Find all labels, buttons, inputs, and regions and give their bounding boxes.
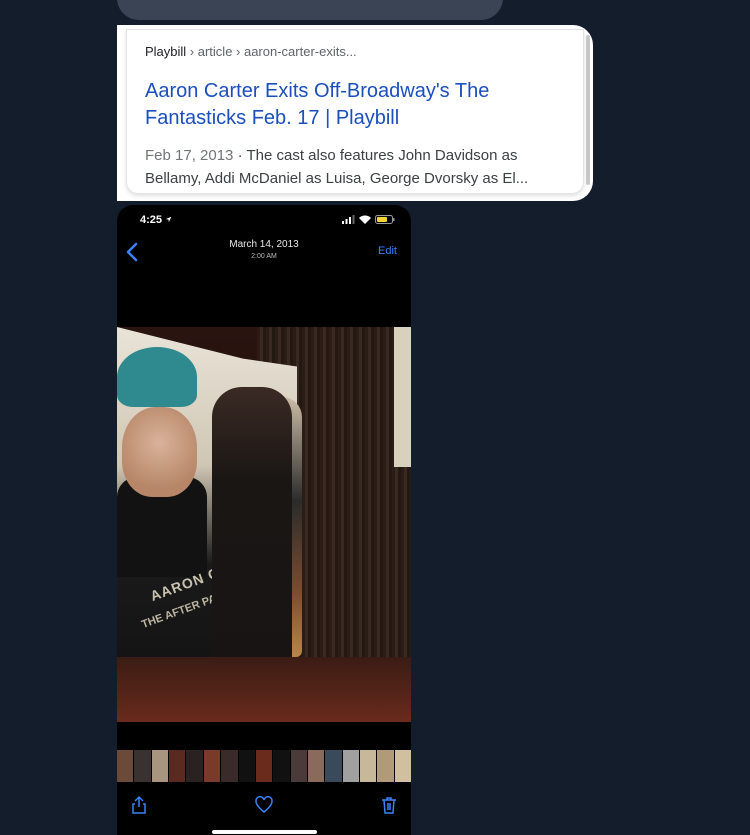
thumbnail[interactable] — [221, 750, 238, 782]
result-title-link[interactable]: Aaron Carter Exits Off-Broadway's The Fa… — [145, 78, 565, 132]
thumbnail[interactable] — [342, 750, 360, 782]
person-figure — [212, 387, 292, 697]
result-date: Feb 17, 2013 — [145, 147, 234, 164]
wifi-icon — [359, 215, 371, 224]
status-icons — [342, 215, 395, 224]
battery-icon — [375, 215, 395, 224]
previous-message-bubble — [117, 0, 503, 20]
phone-screenshot[interactable]: 4:25 March 14, 2013 2:00 AM Edit AARON C… — [117, 205, 411, 835]
location-arrow-icon — [165, 216, 172, 223]
thumbnail[interactable] — [360, 750, 377, 782]
thumbnail-strip[interactable] — [117, 750, 411, 782]
photos-nav-bar: March 14, 2013 2:00 AM Edit — [117, 233, 411, 273]
thumbnail[interactable] — [255, 750, 273, 782]
breadcrumb-site: Playbill — [145, 44, 187, 59]
search-result[interactable]: Playbill › article › aaron-carter-exits.… — [126, 29, 584, 194]
photo-time: 2:00 AM — [251, 253, 277, 260]
thumbnail[interactable] — [394, 750, 411, 782]
photo-viewer-image[interactable]: AARON CARTER THE AFTER PARTY — [117, 327, 411, 722]
thumbnail[interactable] — [290, 750, 307, 782]
breadcrumb: Playbill › article › aaron-carter-exits.… — [145, 44, 357, 59]
trash-icon[interactable] — [379, 795, 399, 815]
result-snippet: Feb 17, 2013 · The cast also features Jo… — [145, 144, 565, 190]
thumbnail[interactable] — [325, 750, 342, 782]
signal-icon — [342, 215, 355, 224]
thumbnail[interactable] — [377, 750, 394, 782]
heart-icon[interactable] — [254, 795, 274, 815]
thumbnail[interactable] — [238, 750, 255, 782]
status-time: 4:25 — [140, 214, 172, 226]
link-preview-card[interactable]: Playbill › article › aaron-carter-exits.… — [117, 25, 593, 201]
photo-date: March 14, 2013 — [229, 239, 299, 250]
share-icon[interactable] — [129, 795, 149, 815]
breadcrumb-path: › article › aaron-carter-exits... — [186, 44, 357, 59]
edit-button[interactable]: Edit — [378, 245, 397, 257]
card-scrollbar[interactable] — [586, 35, 590, 185]
thumbnail[interactable] — [186, 750, 203, 782]
thumbnail[interactable] — [169, 750, 186, 782]
thumbnail[interactable] — [151, 750, 169, 782]
home-indicator[interactable] — [212, 830, 317, 834]
thumbnail[interactable] — [307, 750, 325, 782]
thumbnail[interactable] — [117, 750, 134, 782]
photo-toolbar — [117, 790, 411, 820]
thumbnail[interactable] — [273, 750, 290, 782]
thumbnail[interactable] — [134, 750, 151, 782]
floor — [117, 657, 411, 722]
status-bar: 4:25 — [117, 205, 411, 233]
thumbnail[interactable] — [203, 750, 221, 782]
sign-strip — [394, 327, 411, 467]
